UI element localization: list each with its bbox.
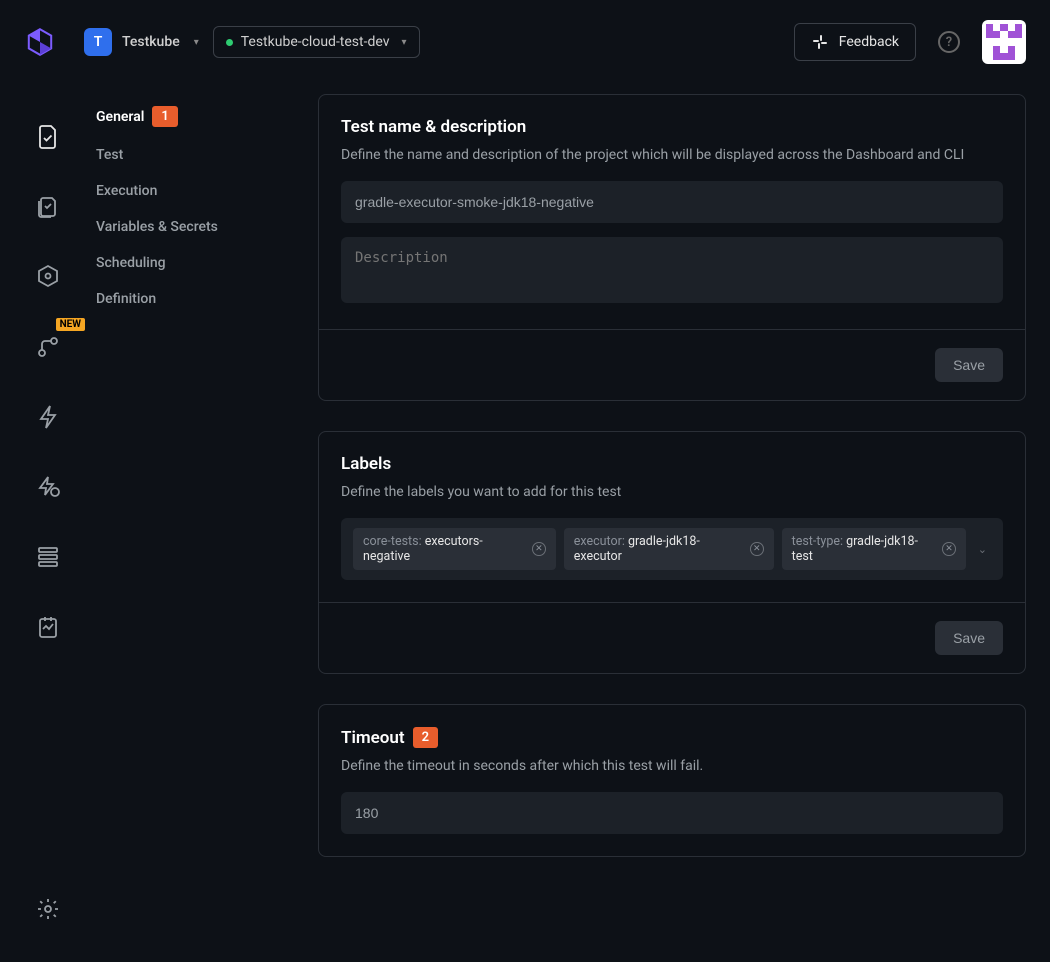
feedback-label: Feedback <box>839 34 899 50</box>
org-avatar: T <box>84 28 112 56</box>
chevron-down-icon[interactable]: ⌄ <box>974 543 991 556</box>
card-title: Labels <box>341 454 1003 474</box>
nav-tests-icon[interactable] <box>35 124 61 150</box>
labels-select[interactable]: core-tests: executors-negative ✕ executo… <box>341 518 1003 580</box>
save-button[interactable]: Save <box>935 621 1003 655</box>
annotation-badge: 2 <box>413 727 438 748</box>
card-timeout: Timeout 2 Define the timeout in seconds … <box>318 704 1026 857</box>
card-title: Timeout <box>341 728 405 748</box>
content-area: Test name & description Define the name … <box>318 84 1050 962</box>
label-tag: executor: gradle-jdk18-executor ✕ <box>564 528 774 570</box>
app-logo[interactable] <box>24 26 56 58</box>
chevron-down-icon: ▾ <box>402 37 407 48</box>
feedback-button[interactable]: Feedback <box>794 23 916 61</box>
subnav-label: Scheduling <box>96 255 166 271</box>
subnav-execution[interactable]: Execution <box>96 173 318 209</box>
tag-key: test-type: <box>792 534 843 549</box>
card-labels: Labels Define the labels you want to add… <box>318 431 1026 674</box>
help-icon[interactable]: ? <box>938 31 960 53</box>
new-badge: NEW <box>56 318 85 331</box>
nav-settings-icon[interactable] <box>35 896 61 922</box>
nav-status-icon[interactable] <box>35 614 61 640</box>
test-description-input[interactable] <box>341 237 1003 303</box>
annotation-badge: 1 <box>152 106 177 127</box>
card-description: Define the timeout in seconds after whic… <box>341 758 1003 774</box>
card-name-description: Test name & description Define the name … <box>318 94 1026 401</box>
subnav-variables[interactable]: Variables & Secrets <box>96 209 318 245</box>
card-title: Test name & description <box>341 117 1003 137</box>
label-tag: test-type: gradle-jdk18-test ✕ <box>782 528 966 570</box>
avatar[interactable] <box>982 20 1026 64</box>
card-description: Define the name and description of the p… <box>341 147 1003 163</box>
nav-suites-icon[interactable] <box>35 194 61 220</box>
topbar: T Testkube ▾ Testkube-cloud-test-dev ▾ F… <box>0 0 1050 84</box>
org-selector[interactable]: T Testkube ▾ <box>84 28 199 56</box>
subnav-scheduling[interactable]: Scheduling <box>96 245 318 281</box>
environment-name: Testkube-cloud-test-dev <box>241 34 390 50</box>
test-name-input[interactable] <box>341 181 1003 223</box>
chevron-down-icon: ▾ <box>194 37 199 48</box>
settings-subnav: General 1 Test Execution Variables & Sec… <box>96 84 318 962</box>
subnav-label: General <box>96 109 144 125</box>
slack-icon <box>811 33 829 51</box>
environment-selector[interactable]: Testkube-cloud-test-dev ▾ <box>213 26 420 58</box>
remove-tag-icon[interactable]: ✕ <box>532 542 546 556</box>
save-button[interactable]: Save <box>935 348 1003 382</box>
nav-executors-icon[interactable] <box>35 264 61 290</box>
nav-workflows-icon[interactable]: NEW <box>35 334 61 360</box>
subnav-test[interactable]: Test <box>96 137 318 173</box>
status-dot-icon <box>226 39 233 46</box>
nav-sources-icon[interactable] <box>35 544 61 570</box>
subnav-definition[interactable]: Definition <box>96 281 318 317</box>
org-name: Testkube <box>122 34 180 50</box>
nav-triggers-icon[interactable] <box>35 404 61 430</box>
subnav-label: Definition <box>96 291 156 307</box>
subnav-label: Execution <box>96 183 157 199</box>
subnav-general[interactable]: General 1 <box>96 96 318 137</box>
timeout-input[interactable] <box>341 792 1003 834</box>
remove-tag-icon[interactable]: ✕ <box>942 542 956 556</box>
subnav-label: Variables & Secrets <box>96 219 218 235</box>
tag-key: executor: <box>574 534 625 549</box>
nav-webhooks-icon[interactable] <box>35 474 61 500</box>
card-description: Define the labels you want to add for th… <box>341 484 1003 500</box>
label-tag: core-tests: executors-negative ✕ <box>353 528 556 570</box>
tag-key: core-tests: <box>363 534 422 549</box>
nav-rail: NEW <box>0 84 96 962</box>
subnav-label: Test <box>96 147 123 163</box>
remove-tag-icon[interactable]: ✕ <box>750 542 764 556</box>
